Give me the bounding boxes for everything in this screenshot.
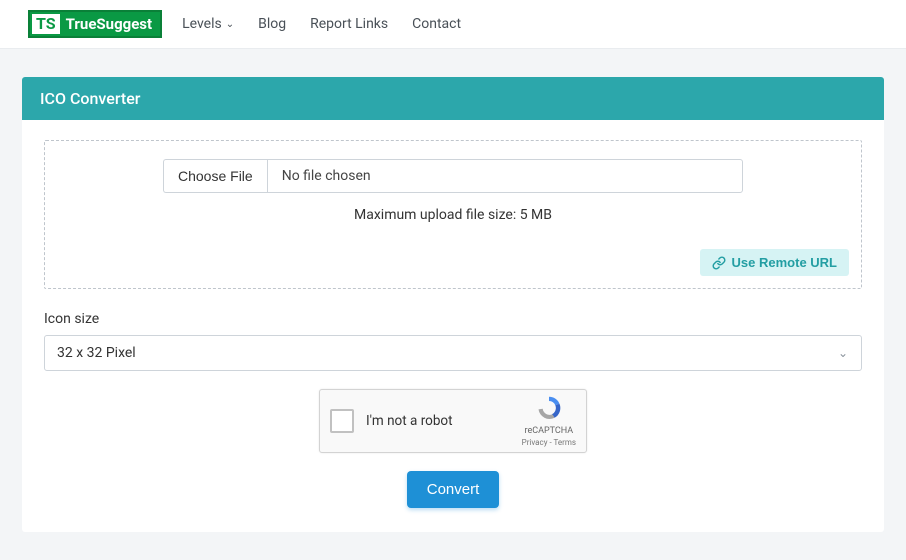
convert-button[interactable]: Convert xyxy=(407,471,500,508)
upload-area: Choose File No file chosen Maximum uploa… xyxy=(44,140,862,289)
link-icon xyxy=(712,256,726,270)
logo[interactable]: TS TrueSuggest xyxy=(28,10,162,38)
recaptcha-brand: reCAPTCHA xyxy=(522,426,576,438)
card-title: ICO Converter xyxy=(22,77,884,120)
icon-size-select[interactable]: 32 x 32 Pixel xyxy=(44,335,862,371)
choose-file-button[interactable]: Choose File xyxy=(163,159,267,193)
recaptcha-widget[interactable]: I'm not a robot reCAPTCHA Privacy - Term… xyxy=(319,389,587,453)
top-navigation: TS TrueSuggest Levels ⌄ Blog Report Link… xyxy=(0,0,906,49)
chevron-down-icon: ⌄ xyxy=(226,19,234,30)
remote-url-wrap: Use Remote URL xyxy=(57,249,849,276)
nav-links: Levels ⌄ Blog Report Links Contact xyxy=(182,16,461,32)
icon-size-select-wrap: 32 x 32 Pixel ⌄ xyxy=(44,335,862,371)
convert-wrap: Convert xyxy=(44,471,862,508)
max-size-text: Maximum upload file size: 5 MB xyxy=(57,207,849,223)
remote-url-label: Use Remote URL xyxy=(732,255,837,270)
icon-size-label: Icon size xyxy=(44,311,862,327)
use-remote-url-button[interactable]: Use Remote URL xyxy=(700,249,849,276)
recaptcha-checkbox[interactable] xyxy=(330,409,354,433)
recaptcha-logo-icon xyxy=(535,394,563,422)
nav-levels[interactable]: Levels ⌄ xyxy=(182,16,234,32)
recaptcha-branding: reCAPTCHA Privacy - Terms xyxy=(522,394,576,448)
nav-levels-label: Levels xyxy=(182,16,222,32)
logo-text: TrueSuggest xyxy=(66,15,152,33)
logo-icon: TS xyxy=(32,14,60,34)
file-input-group: Choose File No file chosen xyxy=(163,159,743,193)
card-body: Choose File No file chosen Maximum uploa… xyxy=(22,120,884,532)
file-name-display: No file chosen xyxy=(267,159,743,193)
file-row: Choose File No file chosen xyxy=(57,159,849,193)
nav-blog[interactable]: Blog xyxy=(258,16,286,32)
converter-card: ICO Converter Choose File No file chosen… xyxy=(22,77,884,532)
recaptcha-links[interactable]: Privacy - Terms xyxy=(522,438,576,448)
nav-report-links[interactable]: Report Links xyxy=(310,16,388,32)
nav-contact[interactable]: Contact xyxy=(412,16,461,32)
captcha-wrap: I'm not a robot reCAPTCHA Privacy - Term… xyxy=(44,389,862,453)
page-body: ICO Converter Choose File No file chosen… xyxy=(0,49,906,560)
recaptcha-text: I'm not a robot xyxy=(366,413,522,429)
